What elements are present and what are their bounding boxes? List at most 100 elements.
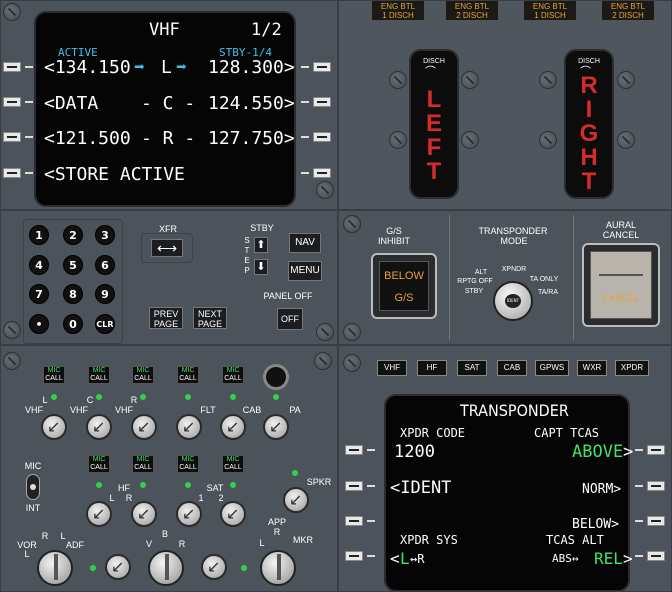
hf-r-volume-knob[interactable]: [131, 501, 157, 527]
next-page-button[interactable]: NEXT PAGE: [193, 307, 227, 329]
key-2[interactable]: 2: [63, 225, 83, 245]
line-select-key-r4[interactable]: [313, 168, 331, 178]
xpndr-mode-label: XPNDR: [501, 266, 527, 273]
eng-btl-1-disch-left-button[interactable]: ENG BTL 1 DISCH: [371, 1, 425, 21]
eng-btl-2-disch-left-button[interactable]: ENG BTL 2 DISCH: [445, 1, 499, 21]
screw: [316, 323, 334, 341]
line-select-key-l1[interactable]: [3, 62, 21, 72]
line-select-key-r2[interactable]: [313, 97, 331, 107]
key-4[interactable]: 4: [29, 255, 49, 275]
step-up-button[interactable]: ⬆: [254, 237, 268, 253]
pa-mic-button[interactable]: [263, 364, 289, 390]
mic-text: MIC: [136, 456, 150, 463]
vhf-c-volume-knob[interactable]: [86, 414, 112, 440]
mic-call-sat-2[interactable]: MIC CALL: [222, 455, 244, 473]
lsk-dash: [367, 555, 375, 557]
key-3[interactable]: 3: [95, 225, 115, 245]
prev-page-button[interactable]: PREV PAGE: [149, 307, 183, 329]
flt-volume-knob[interactable]: [176, 414, 202, 440]
key-dot[interactable]: •: [29, 314, 49, 334]
mic-call-flt[interactable]: MIC CALL: [177, 366, 199, 384]
line-select-key-l2[interactable]: [3, 97, 21, 107]
mic-call-vhf-c[interactable]: MIC CALL: [88, 366, 110, 384]
stby-label: STBY: [250, 223, 274, 233]
line-select-key-l1[interactable]: [345, 445, 363, 455]
line-select-key-r2[interactable]: [647, 481, 665, 491]
key-8[interactable]: 8: [63, 284, 83, 304]
aural-cancel-button[interactable]: CANCEL: [582, 243, 660, 327]
xfr-button[interactable]: ⟷: [151, 239, 183, 257]
eng-btl-2-disch-right-button[interactable]: ENG BTL 2 DISCH: [601, 1, 655, 21]
line-select-key-r1[interactable]: [647, 445, 665, 455]
key-1[interactable]: 1: [29, 225, 49, 245]
mic-call-hf-r[interactable]: MIC CALL: [132, 455, 154, 473]
mic-call-sat-1[interactable]: MIC CALL: [177, 455, 199, 473]
hf-l-volume-knob[interactable]: [86, 501, 112, 527]
panel-off-button[interactable]: OFF: [277, 308, 303, 330]
key-clr[interactable]: CLR: [95, 314, 115, 334]
line-select-key-l4[interactable]: [3, 168, 21, 178]
nav-volume-knob[interactable]: [105, 554, 131, 580]
pa-volume-knob[interactable]: [263, 414, 289, 440]
tab-cab[interactable]: CAB: [497, 360, 527, 376]
mic-call-vhf-l[interactable]: MIC CALL: [43, 366, 65, 384]
lsk-dash: [635, 555, 643, 557]
tab-gpws[interactable]: GPWS: [535, 360, 569, 376]
right-engine-fire-handle[interactable]: DISCH ⌒ R I G H T: [564, 49, 614, 199]
vbr-volume-knob[interactable]: [201, 554, 227, 580]
app-mkr-selector[interactable]: [260, 550, 296, 586]
mic-int-toggle[interactable]: [26, 474, 40, 500]
sat-2-volume-knob[interactable]: [220, 501, 246, 527]
ta-only-label: TA ONLY: [529, 276, 559, 283]
tab-wxr[interactable]: WXR: [577, 360, 607, 376]
audio-control-panel: MIC CALL MIC CALL MIC CALL MIC CALL MIC CALL …: [0, 345, 338, 592]
call-text: CALL: [224, 375, 242, 382]
key-6[interactable]: 6: [95, 255, 115, 275]
tab-sat[interactable]: SAT: [457, 360, 487, 376]
eng-btl-line2: 1 DISCH: [534, 11, 566, 20]
vor-adf-selector[interactable]: [37, 550, 73, 586]
line-select-key-r4[interactable]: [647, 551, 665, 561]
line-select-key-l3[interactable]: [345, 516, 363, 526]
screw: [343, 215, 361, 233]
step-letter: E: [244, 256, 250, 265]
step-down-button[interactable]: ⬇: [254, 259, 268, 275]
mic-call-vhf-r[interactable]: MIC CALL: [132, 366, 154, 384]
key-5[interactable]: 5: [63, 255, 83, 275]
key-7[interactable]: 7: [29, 284, 49, 304]
spkr-volume-knob[interactable]: [283, 487, 309, 513]
eng-btl-1-disch-right-button[interactable]: ENG BTL 1 DISCH: [523, 1, 577, 21]
gs-inhibit-button[interactable]: BELOW G/S: [371, 253, 437, 319]
sat-1-volume-knob[interactable]: [176, 501, 202, 527]
screw: [343, 323, 361, 341]
menu-button[interactable]: MENU: [288, 261, 322, 281]
ident-button[interactable]: IDENT: [505, 294, 521, 308]
transponder-mode-knob[interactable]: IDENT: [493, 281, 533, 321]
line-select-key-l2[interactable]: [345, 481, 363, 491]
status-led: [241, 565, 247, 571]
mic-int-bottom-label: INT: [25, 503, 41, 513]
line-select-key-r3[interactable]: [313, 132, 331, 142]
vbr-selector[interactable]: [148, 550, 184, 586]
vhf-radio-panel: VHF 1/2 ACTIVE STBY-1/4 <134.150 ➡ L ➡ 1…: [0, 0, 338, 210]
mic-call-cab[interactable]: MIC CALL: [222, 366, 244, 384]
rotate-arrow-icon: ⌒: [425, 65, 436, 78]
left-engine-fire-handle[interactable]: DISCH ⌒ L E F T: [409, 49, 459, 199]
vhf-l-volume-knob[interactable]: [41, 414, 67, 440]
line-select-key-l4[interactable]: [345, 551, 363, 561]
nav-button[interactable]: NAV: [289, 233, 321, 253]
line-select-key-r3[interactable]: [647, 516, 665, 526]
key-0[interactable]: 0: [63, 314, 83, 334]
lsk-dash: [635, 449, 643, 451]
tab-vhf[interactable]: VHF: [377, 360, 407, 376]
fire-control-panel: ENG BTL 1 DISCH ENG BTL 2 DISCH ENG BTL …: [338, 0, 672, 210]
tab-xpdr[interactable]: XPDR: [615, 360, 649, 376]
call-text: CALL: [45, 375, 63, 382]
mic-call-hf-l[interactable]: MIC CALL: [88, 455, 110, 473]
line-select-key-l3[interactable]: [3, 132, 21, 142]
cab-volume-knob[interactable]: [220, 414, 246, 440]
vhf-r-volume-knob[interactable]: [131, 414, 157, 440]
line-select-key-r1[interactable]: [313, 62, 331, 72]
key-9[interactable]: 9: [95, 284, 115, 304]
tab-hf[interactable]: HF: [417, 360, 447, 376]
